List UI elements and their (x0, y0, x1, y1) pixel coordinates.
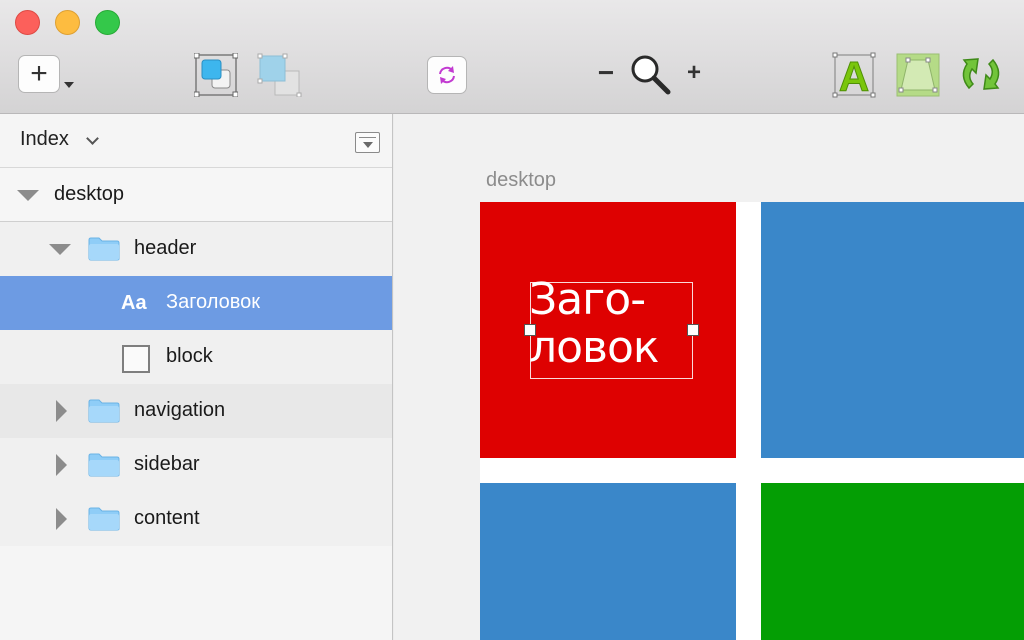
chevron-down-icon[interactable] (86, 132, 99, 145)
artboard-title[interactable]: desktop (486, 169, 556, 192)
tree-item-label: sidebar (134, 453, 200, 475)
sidebar-header: Index (0, 114, 392, 168)
tree-item-block[interactable]: block (0, 330, 392, 384)
collapse-panel-icon[interactable] (355, 132, 380, 153)
layers-sidebar: Index desktop header Aa Заголовок block … (0, 114, 393, 640)
folder-icon (88, 399, 120, 423)
design-canvas[interactable]: desktop Заго- ловок (394, 114, 1024, 640)
refresh-icon (439, 66, 455, 84)
plus-icon: + (30, 57, 48, 90)
tree-item-content[interactable]: content (0, 492, 392, 546)
resize-handle-right[interactable] (687, 324, 699, 336)
window-toolbar: + − + A (0, 0, 1024, 114)
ungroup-icon[interactable] (257, 53, 303, 97)
disclosure-collapsed-icon[interactable] (56, 508, 67, 530)
add-menu-caret-icon[interactable] (64, 82, 74, 88)
selected-heading-text-box[interactable]: Заго- ловок (524, 276, 699, 379)
tree-item-label: desktop (54, 183, 125, 205)
folder-icon (88, 237, 120, 261)
green-tile[interactable] (761, 483, 1024, 640)
blue-tile[interactable] (480, 483, 736, 640)
heading-text[interactable]: Заго- ловок (529, 276, 699, 372)
disclosure-collapsed-icon[interactable] (56, 400, 67, 422)
index-dropdown[interactable]: Index (20, 128, 69, 151)
rectangle-layer-icon (122, 345, 150, 373)
blue-tile[interactable] (761, 202, 1024, 458)
text-tool-icon[interactable]: A (832, 52, 876, 98)
minimize-window-button[interactable] (55, 10, 80, 35)
disclosure-expanded-icon[interactable] (17, 190, 39, 201)
tree-item-label: Заголовок (166, 291, 261, 313)
maximize-window-button[interactable] (95, 10, 120, 35)
text-layer-icon: Aa (121, 292, 147, 314)
perspective-icon[interactable] (895, 52, 941, 98)
tree-item-heading-text-layer[interactable]: Aa Заголовок (0, 276, 392, 330)
artboard-desktop[interactable]: Заго- ловок (480, 202, 1024, 640)
refresh-button[interactable] (427, 56, 467, 94)
svg-text:A: A (839, 53, 869, 98)
folder-icon (88, 453, 120, 477)
add-button[interactable]: + (18, 55, 60, 93)
tree-item-label: header (134, 237, 197, 259)
folder-icon (88, 507, 120, 531)
red-tile[interactable]: Заго- ловок (480, 202, 736, 458)
tree-item-sidebar[interactable]: sidebar (0, 438, 392, 492)
disclosure-expanded-icon[interactable] (49, 244, 71, 255)
tree-item-label: navigation (134, 399, 226, 421)
tree-item-navigation[interactable]: navigation (0, 384, 392, 438)
sync-icon[interactable] (955, 50, 1007, 98)
zoom-icon[interactable] (628, 52, 672, 96)
tree-item-label: block (166, 345, 213, 367)
zoom-in-button[interactable]: + (684, 58, 704, 88)
close-window-button[interactable] (15, 10, 40, 35)
disclosure-collapsed-icon[interactable] (56, 454, 67, 476)
group-icon[interactable] (194, 53, 238, 97)
zoom-out-button[interactable]: − (596, 57, 616, 88)
tree-item-header[interactable]: header (0, 222, 392, 276)
tree-item-desktop[interactable]: desktop (0, 168, 392, 222)
resize-handle-left[interactable] (524, 324, 536, 336)
tree-item-label: content (134, 507, 200, 529)
